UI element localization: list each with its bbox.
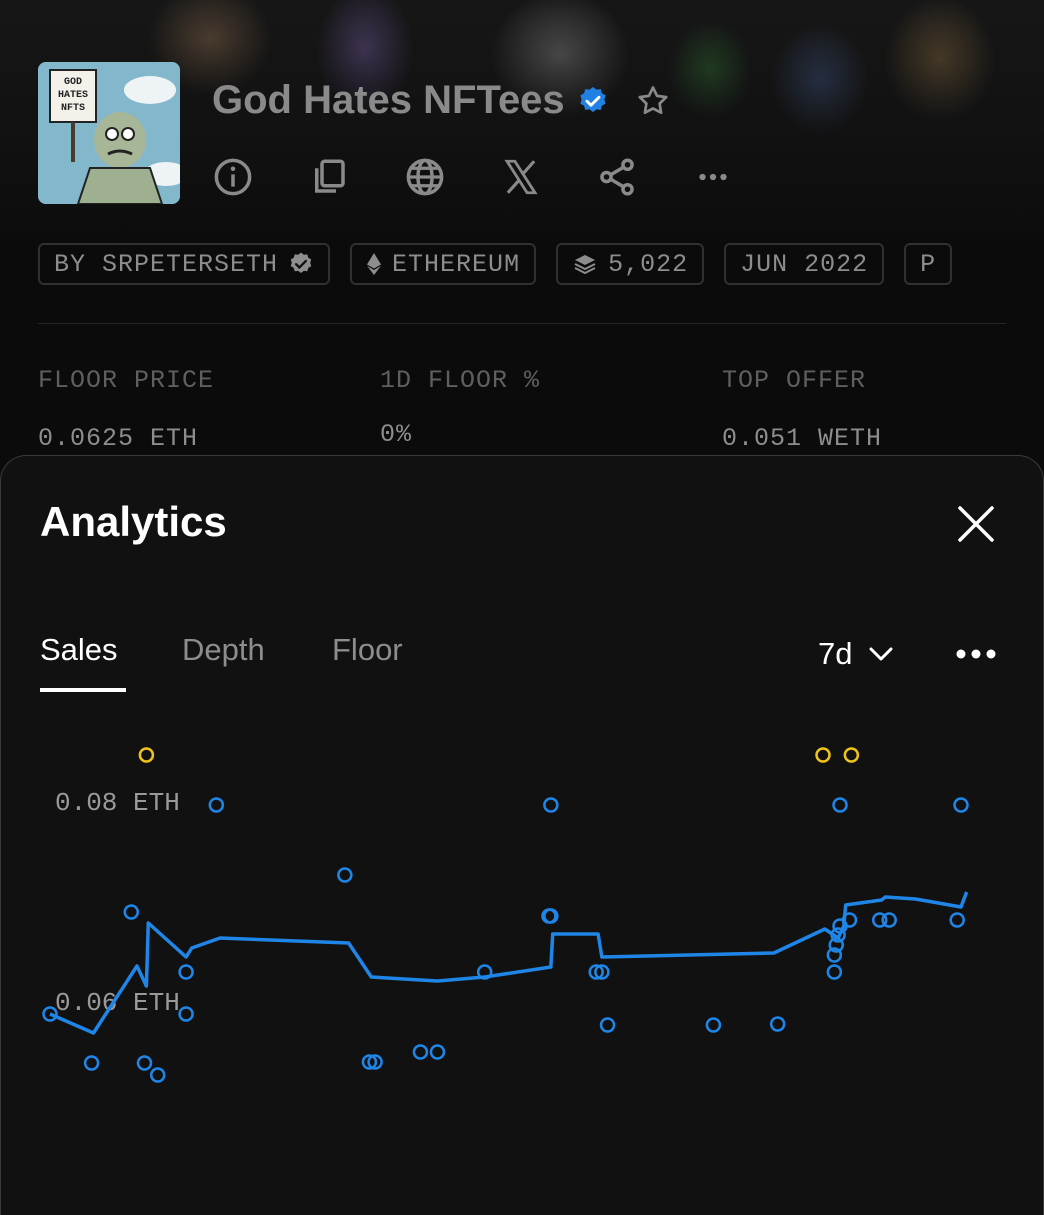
avatar-sign-text: GOD HATES NFTS [57, 77, 88, 114]
active-tab-indicator [40, 688, 126, 692]
extra-tag[interactable]: P [904, 243, 953, 285]
chart-options-icon[interactable] [955, 644, 997, 664]
sale-point-4[interactable] [149, 1067, 166, 1083]
sale-point-30[interactable] [881, 912, 897, 928]
supply-tag[interactable]: 5,022 [556, 243, 705, 285]
layers-icon [574, 255, 596, 275]
sale-point-7[interactable] [208, 797, 225, 813]
analytics-title: Analytics [40, 498, 227, 545]
floor-change-value: 0% [380, 420, 413, 449]
highlight-sale-point-2[interactable] [843, 747, 860, 763]
chevron-down-icon [869, 647, 893, 661]
extra-label: P [920, 249, 937, 279]
verified-icon [290, 252, 312, 273]
collection-tags: BY SRPETERSETH ETHEREUM 5,022 JUN 2022 P [38, 243, 1006, 285]
chain-label: ETHEREUM [392, 249, 521, 279]
time-range-value: 7d [818, 636, 853, 671]
copy-icon[interactable] [308, 156, 350, 198]
sale-point-20[interactable] [705, 1017, 722, 1033]
more-icon[interactable] [692, 156, 734, 198]
x-icon[interactable] [500, 156, 542, 198]
star-favorite-icon[interactable] [635, 83, 671, 119]
floor-price-value: 0.0625 ETH [38, 424, 199, 453]
tab-depth[interactable]: Depth [182, 632, 265, 668]
floor-price-label: FLOOR PRICE [38, 366, 215, 395]
verified-badge-icon [580, 86, 606, 112]
sale-point-31[interactable] [949, 912, 965, 928]
sales-chart: 0.08 ETH 0.06 ETH [42, 747, 969, 1083]
chain-tag[interactable]: ETHEREUM [350, 243, 537, 285]
sale-point-12[interactable] [429, 1044, 446, 1060]
sale-point-1[interactable] [83, 1055, 100, 1071]
info-icon[interactable] [212, 156, 254, 198]
collection-actions [212, 156, 734, 198]
floor-change-label: 1D FLOOR % [380, 366, 541, 395]
collection-title-row: God Hates NFTees [212, 78, 671, 123]
sale-point-5[interactable] [178, 964, 194, 980]
time-range-select[interactable]: 7d [818, 636, 894, 672]
collection-avatar[interactable]: GOD HATES NFTS [38, 62, 180, 204]
floor-line [49, 891, 969, 1035]
sale-point-11[interactable] [412, 1044, 429, 1060]
sale-point-32[interactable] [953, 797, 969, 813]
share-icon[interactable] [596, 156, 638, 198]
tab-floor[interactable]: Floor [332, 632, 403, 668]
date-label: JUN 2022 [740, 249, 869, 279]
highlight-sale-point-0[interactable] [138, 747, 155, 763]
creator-label: BY SRPETERSETH [54, 249, 279, 279]
header-divider [38, 323, 1006, 324]
globe-icon[interactable] [404, 156, 446, 198]
sale-point-19[interactable] [599, 1017, 616, 1033]
top-offer-label: TOP OFFER [722, 366, 867, 395]
y-tick-label-1: 0.06 ETH [55, 988, 180, 1018]
date-tag[interactable]: JUN 2022 [724, 243, 885, 285]
highlight-sale-point-1[interactable] [815, 747, 831, 763]
sale-point-28[interactable] [832, 797, 848, 813]
creator-tag[interactable]: BY SRPETERSETH [38, 243, 331, 285]
sale-point-8[interactable] [337, 867, 353, 883]
top-offer-value: 0.051 WETH [722, 424, 883, 453]
collection-name: God Hates NFTees [212, 78, 565, 122]
sale-point-6[interactable] [178, 1006, 194, 1022]
supply-label: 5,022 [608, 249, 689, 279]
sale-point-3[interactable] [136, 1055, 153, 1071]
sale-point-16[interactable] [543, 797, 559, 813]
sale-point-2[interactable] [123, 904, 140, 920]
close-icon[interactable] [954, 502, 998, 546]
ethereum-icon [367, 253, 382, 275]
tab-sales[interactable]: Sales [40, 632, 118, 668]
sale-point-21[interactable] [769, 1016, 786, 1032]
y-tick-label-0: 0.08 ETH [55, 788, 180, 818]
sale-point-22[interactable] [826, 964, 843, 980]
